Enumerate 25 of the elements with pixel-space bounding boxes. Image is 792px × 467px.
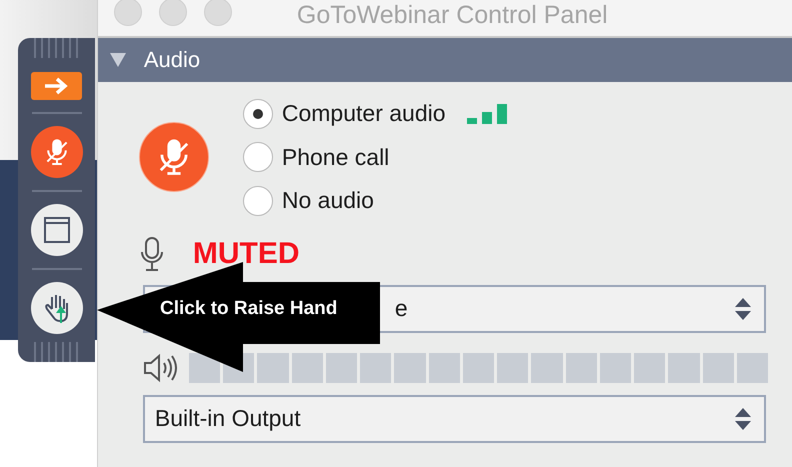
radio-button[interactable] <box>242 186 273 216</box>
expand-button[interactable] <box>31 72 82 100</box>
speaker-dropdown[interactable]: Built-in Output <box>142 394 766 442</box>
mute-button[interactable] <box>30 126 82 178</box>
radio-button[interactable] <box>242 142 273 172</box>
window-title: GoToWebinar Control Panel <box>296 2 608 28</box>
speaker-icon <box>142 352 177 382</box>
callout-text: Click to Raise Hand <box>160 298 338 320</box>
radio-label: Computer audio <box>282 100 446 128</box>
section-title: Audio <box>144 47 200 73</box>
audio-section-header[interactable]: Audio <box>98 38 792 82</box>
window-button[interactable] <box>30 204 82 256</box>
arrow-right-icon <box>42 77 70 95</box>
microphone-icon <box>138 236 165 272</box>
stepper-icon <box>734 296 752 322</box>
raise-hand-button[interactable] <box>30 282 82 334</box>
radio-label: No audio <box>282 187 374 214</box>
window-close-button[interactable] <box>114 0 142 26</box>
stepper-icon <box>734 406 752 432</box>
radio-button[interactable] <box>242 98 273 129</box>
window-minimize-button[interactable] <box>158 0 187 26</box>
radio-label: Phone call <box>282 144 390 171</box>
muted-status: MUTED <box>192 236 300 270</box>
window-zoom-button[interactable] <box>204 0 232 26</box>
window-icon <box>42 216 70 244</box>
